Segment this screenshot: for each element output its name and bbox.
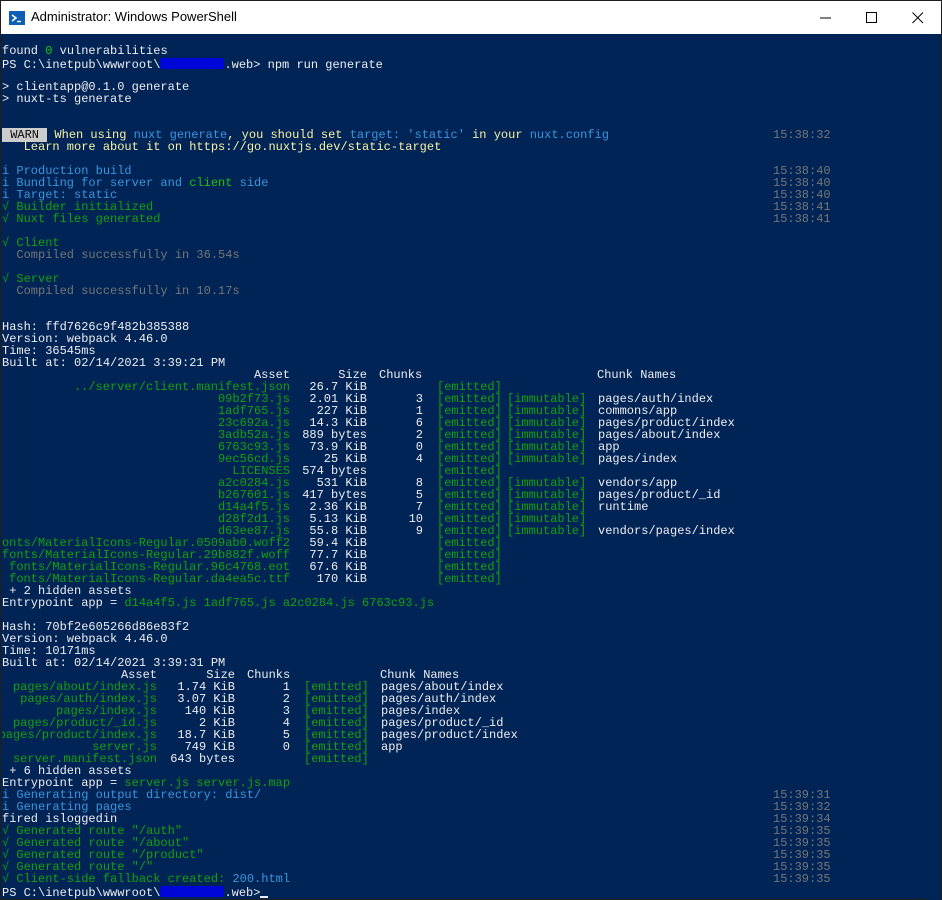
client-entrypoint: Entrypoint app = d14a4f5.js 1adf765.js a… (2, 597, 434, 609)
audit-line: found 0 vulnerabilities (2, 45, 168, 57)
script-line: > nuxt-ts generate (2, 92, 132, 106)
fallback-pre: √ Client-side fallback created: (2, 872, 233, 886)
warn-config: nuxt.config (529, 128, 609, 142)
asset-size: 170 KiB (316, 572, 367, 586)
prompt-suffix: .web> (224, 58, 268, 72)
final-prompt-prefix: PS C:\inetpub\wwwroot\ (2, 886, 161, 900)
powershell-window: Administrator: Windows PowerShell found … (0, 0, 942, 900)
prompt-command: npm run generate (267, 58, 383, 72)
minimize-icon (820, 17, 831, 19)
build-bundling-post: side (232, 176, 269, 190)
asset-emitted: [emitted] (437, 572, 502, 586)
col-header-chunks: Chunks (379, 368, 423, 382)
powershell-icon (9, 11, 25, 25)
final-prompt-line: PS C:\inetpub\wwwroot\ .web> (2, 885, 268, 900)
client-compile-msg: Compiled successfully in 36.54s (2, 248, 240, 262)
audit-rest: vulnerabilities (52, 44, 168, 58)
warn-t3: in your (464, 128, 530, 142)
prompt-prefix: PS C:\inetpub\wwwroot\ (2, 58, 161, 72)
build-nuxt-files: √ Nuxt files generated (2, 212, 161, 226)
scrollbar[interactable] (927, 34, 941, 900)
asset-chunks: 0 (282, 740, 290, 754)
minimize-button[interactable] (803, 1, 849, 34)
col-header-chunk-names: Chunk Names (597, 368, 677, 382)
warn-learn: Learn more about it on https://go.nuxtjs… (2, 140, 442, 154)
maximize-icon (866, 12, 877, 23)
asset-emitted: [emitted] (304, 752, 369, 766)
redacted-folder (160, 58, 225, 69)
console-output[interactable]: found 0 vulnerabilities PS C:\inetpub\ww… (2, 34, 927, 900)
asset-chunks: 9 (415, 524, 423, 538)
text-cursor (260, 896, 268, 898)
asset-immutable: [immutable] (507, 524, 587, 538)
build-bundling-client: client (189, 176, 233, 190)
asset-chunk-name: app (381, 740, 403, 754)
asset-chunk-name: runtime (598, 500, 649, 514)
fallback-line: √ Client-side fallback created: 200.html (2, 873, 290, 885)
asset-chunk-name: pages/index (598, 452, 678, 466)
title-bar[interactable]: Administrator: Windows PowerShell (1, 1, 941, 34)
close-button[interactable] (895, 1, 941, 34)
timestamp: 15:38:32 (773, 128, 831, 142)
asset-chunks: 4 (415, 452, 423, 466)
client-entry-label: Entrypoint app = (2, 596, 125, 610)
maximize-button[interactable] (849, 1, 895, 34)
server-built-at: Built at: 02/14/2021 3:39:31 PM (2, 656, 226, 670)
asset-chunk-name: vendors/pages/index (598, 524, 735, 538)
client-entry-files: d14a4f5.js 1adf765.js a2c0284.js 6763c93… (124, 596, 435, 610)
window-title: Administrator: Windows PowerShell (31, 9, 237, 24)
asset-size: 643 bytes (170, 752, 235, 766)
timestamp: 15:38:41 (773, 212, 831, 226)
client-built-at: Built at: 02/14/2021 3:39:21 PM (2, 356, 226, 370)
asset-immutable: [immutable] (507, 452, 587, 466)
timestamp: 15:39:35 (773, 872, 831, 886)
fallback-file: 200.html (232, 872, 291, 886)
redacted-folder (160, 886, 225, 897)
close-icon (912, 12, 924, 24)
prompt-line: PS C:\inetpub\wwwroot\ .web> npm run gene… (2, 57, 383, 72)
audit-found: found (2, 44, 46, 58)
server-compile-msg: Compiled successfully in 10.17s (2, 284, 240, 298)
